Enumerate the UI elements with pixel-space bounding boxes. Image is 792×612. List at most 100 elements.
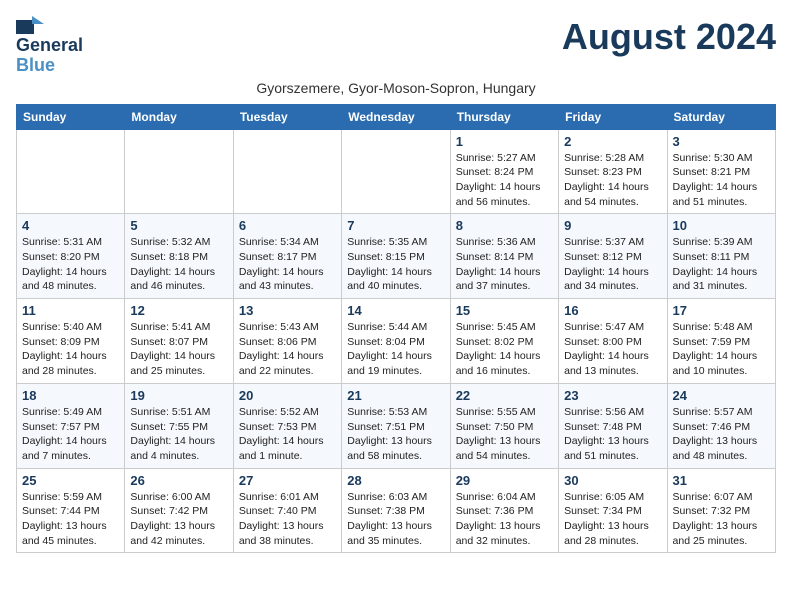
day-info: Sunrise: 5:35 AM Sunset: 8:15 PM Dayligh… <box>347 235 444 294</box>
calendar-cell: 23 Sunrise: 5:56 AM Sunset: 7:48 PM Dayli… <box>559 383 667 468</box>
day-number: 18 <box>22 388 119 403</box>
day-info: Sunrise: 5:43 AM Sunset: 8:06 PM Dayligh… <box>239 320 336 379</box>
calendar-cell: 11 Sunrise: 5:40 AM Sunset: 8:09 PM Dayli… <box>17 299 125 384</box>
weekday-header: Sunday <box>17 104 125 129</box>
calendar-cell: 15 Sunrise: 5:45 AM Sunset: 8:02 PM Dayli… <box>450 299 558 384</box>
calendar-week-row: 25 Sunrise: 5:59 AM Sunset: 7:44 PM Dayli… <box>17 468 776 553</box>
day-number: 17 <box>673 303 770 318</box>
title-area: August 2024 <box>562 16 776 58</box>
calendar-cell: 29Sunrise: 6:04 AM Sunset: 7:36 PM Dayli… <box>450 468 558 553</box>
calendar-cell: 12Sunrise: 5:41 AM Sunset: 8:07 PM Dayli… <box>125 299 233 384</box>
day-info: Sunrise: 5:47 AM Sunset: 8:00 PM Dayligh… <box>564 320 661 379</box>
calendar-cell: 8 Sunrise: 5:36 AM Sunset: 8:14 PM Daylig… <box>450 214 558 299</box>
day-number: 14 <box>347 303 444 318</box>
logo-text-blue: Blue <box>16 55 55 75</box>
day-number: 24 <box>673 388 770 403</box>
calendar-cell: 19 Sunrise: 5:51 AM Sunset: 7:55 PM Dayli… <box>125 383 233 468</box>
calendar-cell: 20 Sunrise: 5:52 AM Sunset: 7:53 PM Dayli… <box>233 383 341 468</box>
day-info: Sunrise: 6:07 AM Sunset: 7:32 PM Dayligh… <box>673 490 770 549</box>
day-number: 20 <box>239 388 336 403</box>
calendar-cell: 14Sunrise: 5:44 AM Sunset: 8:04 PM Dayli… <box>342 299 450 384</box>
calendar-cell: 17 Sunrise: 5:48 AM Sunset: 7:59 PM Dayli… <box>667 299 775 384</box>
day-info: Sunrise: 5:36 AM Sunset: 8:14 PM Dayligh… <box>456 235 553 294</box>
calendar-week-row: 11 Sunrise: 5:40 AM Sunset: 8:09 PM Dayli… <box>17 299 776 384</box>
day-info: Sunrise: 5:53 AM Sunset: 7:51 PM Dayligh… <box>347 405 444 464</box>
day-info: Sunrise: 5:39 AM Sunset: 8:11 PM Dayligh… <box>673 235 770 294</box>
calendar-cell: 7 Sunrise: 5:35 AM Sunset: 8:15 PM Daylig… <box>342 214 450 299</box>
weekday-header: Monday <box>125 104 233 129</box>
weekday-header: Tuesday <box>233 104 341 129</box>
weekday-header: Wednesday <box>342 104 450 129</box>
calendar-header-row: SundayMondayTuesdayWednesdayThursdayFrid… <box>17 104 776 129</box>
day-info: Sunrise: 5:32 AM Sunset: 8:18 PM Dayligh… <box>130 235 227 294</box>
day-number: 13 <box>239 303 336 318</box>
day-number: 16 <box>564 303 661 318</box>
day-number: 9 <box>564 218 661 233</box>
logo-icon <box>16 16 44 36</box>
calendar-cell: 21 Sunrise: 5:53 AM Sunset: 7:51 PM Dayli… <box>342 383 450 468</box>
calendar-week-row: 4 Sunrise: 5:31 AM Sunset: 8:20 PM Daylig… <box>17 214 776 299</box>
day-info: Sunrise: 5:37 AM Sunset: 8:12 PM Dayligh… <box>564 235 661 294</box>
day-info: Sunrise: 5:40 AM Sunset: 8:09 PM Dayligh… <box>22 320 119 379</box>
calendar-cell: 2Sunrise: 5:28 AM Sunset: 8:23 PM Daylig… <box>559 129 667 214</box>
day-number: 23 <box>564 388 661 403</box>
calendar-cell: 5Sunrise: 5:32 AM Sunset: 8:18 PM Daylig… <box>125 214 233 299</box>
day-info: Sunrise: 5:49 AM Sunset: 7:57 PM Dayligh… <box>22 405 119 464</box>
day-info: Sunrise: 5:55 AM Sunset: 7:50 PM Dayligh… <box>456 405 553 464</box>
calendar-cell: 1Sunrise: 5:27 AM Sunset: 8:24 PM Daylig… <box>450 129 558 214</box>
calendar-cell <box>233 129 341 214</box>
calendar-cell: 9 Sunrise: 5:37 AM Sunset: 8:12 PM Daylig… <box>559 214 667 299</box>
weekday-header: Thursday <box>450 104 558 129</box>
day-number: 31 <box>673 473 770 488</box>
day-info: Sunrise: 5:45 AM Sunset: 8:02 PM Dayligh… <box>456 320 553 379</box>
calendar-cell: 27 Sunrise: 6:01 AM Sunset: 7:40 PM Dayli… <box>233 468 341 553</box>
calendar-cell: 10 Sunrise: 5:39 AM Sunset: 8:11 PM Dayli… <box>667 214 775 299</box>
day-number: 11 <box>22 303 119 318</box>
day-number: 15 <box>456 303 553 318</box>
day-number: 19 <box>130 388 227 403</box>
calendar-cell <box>17 129 125 214</box>
day-info: Sunrise: 5:31 AM Sunset: 8:20 PM Dayligh… <box>22 235 119 294</box>
day-number: 30 <box>564 473 661 488</box>
calendar-cell: 26Sunrise: 6:00 AM Sunset: 7:42 PM Dayli… <box>125 468 233 553</box>
day-number: 7 <box>347 218 444 233</box>
month-title: August 2024 <box>562 16 776 58</box>
day-number: 6 <box>239 218 336 233</box>
day-info: Sunrise: 6:03 AM Sunset: 7:38 PM Dayligh… <box>347 490 444 549</box>
day-number: 10 <box>673 218 770 233</box>
calendar-week-row: 1Sunrise: 5:27 AM Sunset: 8:24 PM Daylig… <box>17 129 776 214</box>
day-number: 28 <box>347 473 444 488</box>
calendar-cell: 13 Sunrise: 5:43 AM Sunset: 8:06 PM Dayli… <box>233 299 341 384</box>
day-number: 4 <box>22 218 119 233</box>
day-info: Sunrise: 6:04 AM Sunset: 7:36 PM Dayligh… <box>456 490 553 549</box>
calendar-cell: 28 Sunrise: 6:03 AM Sunset: 7:38 PM Dayli… <box>342 468 450 553</box>
calendar-cell: 22Sunrise: 5:55 AM Sunset: 7:50 PM Dayli… <box>450 383 558 468</box>
day-number: 25 <box>22 473 119 488</box>
day-info: Sunrise: 5:59 AM Sunset: 7:44 PM Dayligh… <box>22 490 119 549</box>
logo: General Blue <box>16 16 83 76</box>
calendar-cell: 25 Sunrise: 5:59 AM Sunset: 7:44 PM Dayli… <box>17 468 125 553</box>
day-info: Sunrise: 5:30 AM Sunset: 8:21 PM Dayligh… <box>673 151 770 210</box>
day-number: 26 <box>130 473 227 488</box>
day-info: Sunrise: 5:56 AM Sunset: 7:48 PM Dayligh… <box>564 405 661 464</box>
calendar-cell: 31 Sunrise: 6:07 AM Sunset: 7:32 PM Dayli… <box>667 468 775 553</box>
calendar-cell <box>125 129 233 214</box>
day-info: Sunrise: 6:01 AM Sunset: 7:40 PM Dayligh… <box>239 490 336 549</box>
location-subtitle: Gyorszemere, Gyor-Moson-Sopron, Hungary <box>16 80 776 96</box>
day-number: 2 <box>564 134 661 149</box>
day-number: 8 <box>456 218 553 233</box>
day-number: 27 <box>239 473 336 488</box>
day-info: Sunrise: 5:57 AM Sunset: 7:46 PM Dayligh… <box>673 405 770 464</box>
day-number: 21 <box>347 388 444 403</box>
day-info: Sunrise: 5:52 AM Sunset: 7:53 PM Dayligh… <box>239 405 336 464</box>
day-number: 12 <box>130 303 227 318</box>
calendar-cell: 16 Sunrise: 5:47 AM Sunset: 8:00 PM Dayli… <box>559 299 667 384</box>
day-number: 1 <box>456 134 553 149</box>
day-number: 3 <box>673 134 770 149</box>
calendar-cell: 24 Sunrise: 5:57 AM Sunset: 7:46 PM Dayli… <box>667 383 775 468</box>
page-header: General Blue August 2024 <box>16 16 776 76</box>
day-info: Sunrise: 5:48 AM Sunset: 7:59 PM Dayligh… <box>673 320 770 379</box>
calendar-cell <box>342 129 450 214</box>
calendar-cell: 3 Sunrise: 5:30 AM Sunset: 8:21 PM Daylig… <box>667 129 775 214</box>
day-info: Sunrise: 5:51 AM Sunset: 7:55 PM Dayligh… <box>130 405 227 464</box>
